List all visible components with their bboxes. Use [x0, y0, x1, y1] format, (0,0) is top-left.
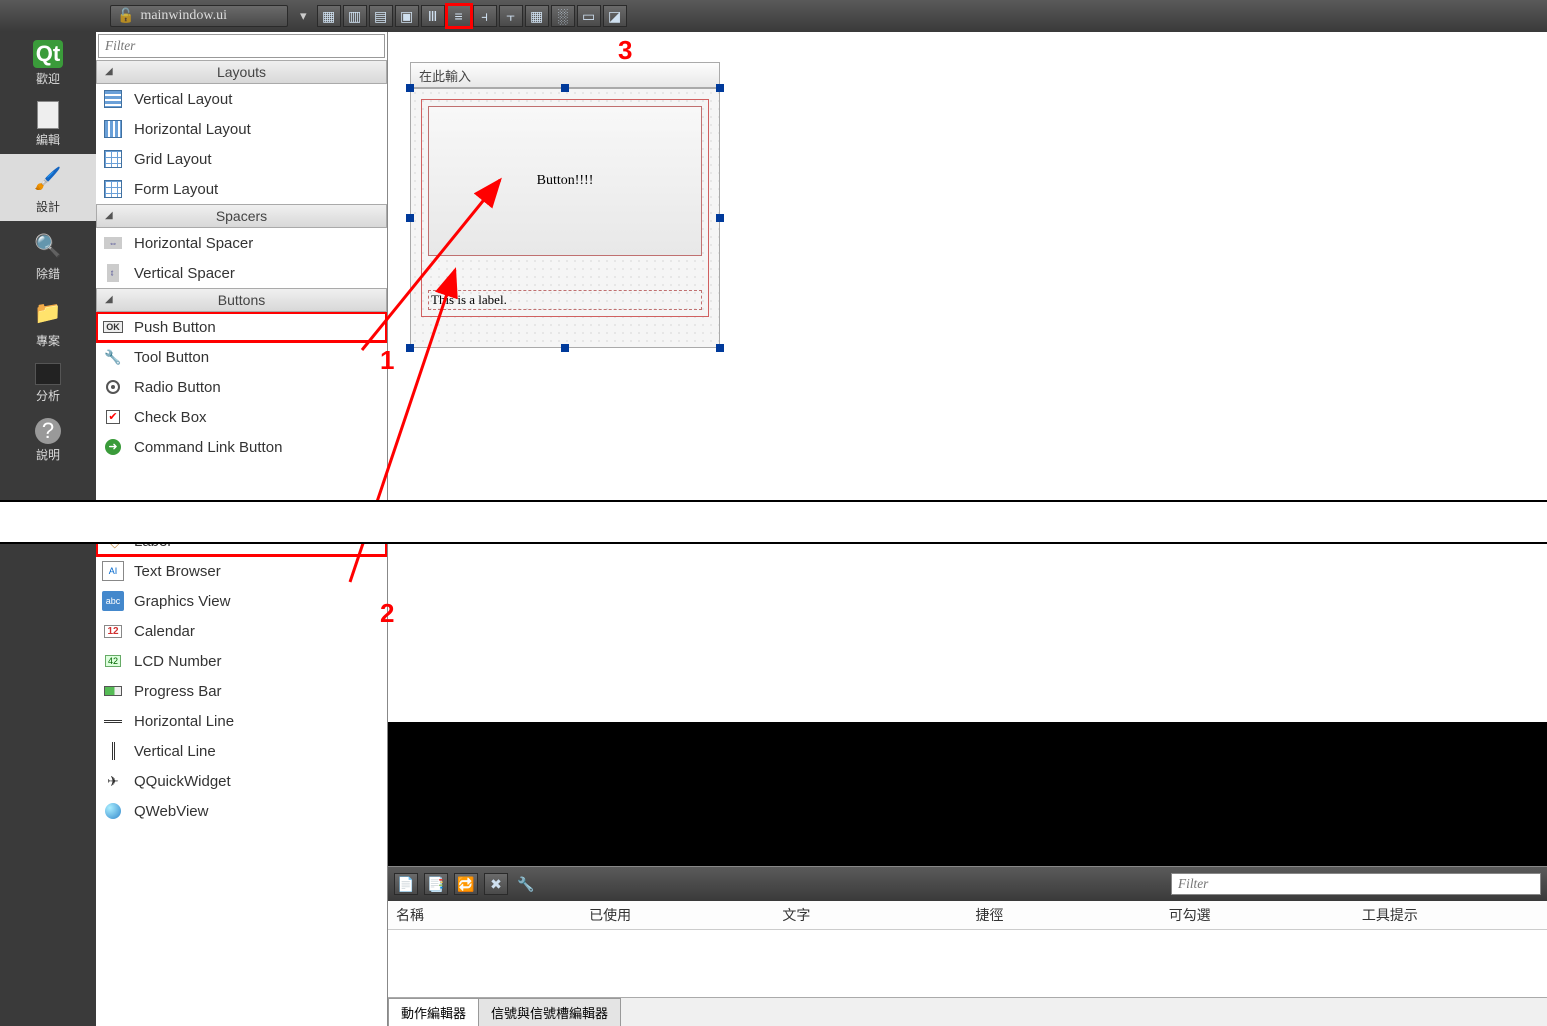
- widget-progress-bar[interactable]: Progress Bar: [96, 676, 387, 706]
- widget-text-browser[interactable]: AIText Browser: [96, 556, 387, 586]
- form-central-widget[interactable]: Button!!!! This is a label.: [410, 88, 720, 348]
- break-layout-icon[interactable]: ▭: [577, 5, 601, 27]
- layout-horizontal-icon[interactable]: Ⅲ: [421, 5, 445, 27]
- widget-form-layout[interactable]: Form Layout: [96, 174, 387, 204]
- tab-signal-slot-editor[interactable]: 信號與信號槽編輯器: [478, 998, 621, 1026]
- edit-buddies-icon[interactable]: ▤: [369, 5, 393, 27]
- paste-action-icon[interactable]: 🔁: [454, 873, 478, 895]
- annotation-3: 3: [618, 35, 632, 66]
- annotation-1: 1: [380, 345, 394, 376]
- tab-action-editor[interactable]: 動作編輯器: [388, 998, 479, 1026]
- edit-widgets-icon[interactable]: ▦: [317, 5, 341, 27]
- edit-tab-order-icon[interactable]: ▣: [395, 5, 419, 27]
- label-instance[interactable]: This is a label.: [428, 290, 702, 310]
- design-canvas[interactable]: 在此輸入 Button!!!! This is a label.: [388, 32, 1547, 722]
- widget-push-button[interactable]: OKPush Button: [96, 312, 387, 342]
- mode-debug[interactable]: 🔍 除錯: [0, 221, 96, 288]
- layout-v-splitter-icon[interactable]: ⫟: [499, 5, 523, 27]
- widget-vertical-layout[interactable]: Vertical Layout: [96, 84, 387, 114]
- push-button-instance[interactable]: Button!!!!: [428, 106, 702, 256]
- adjust-size-icon[interactable]: ◪: [603, 5, 627, 27]
- bug-icon: 🔍: [31, 229, 65, 263]
- col-text[interactable]: 文字: [774, 901, 967, 929]
- top-toolbar: 🔓 mainwindow.ui ▾ ▦ ▥ ▤ ▣ Ⅲ ≡ ⫞ ⫟ ▦ ░ ▭ …: [0, 0, 1547, 32]
- form-preview[interactable]: 在此輸入 Button!!!! This is a label.: [410, 62, 720, 348]
- action-filter-input[interactable]: [1171, 873, 1541, 895]
- category-buttons[interactable]: ◢Buttons: [96, 288, 387, 312]
- widget-qquickwidget[interactable]: ✈QQuickWidget: [96, 766, 387, 796]
- widget-horizontal-line[interactable]: Horizontal Line: [96, 706, 387, 736]
- layout-toolbar: ▦ ▥ ▤ ▣ Ⅲ ≡ ⫞ ⫟ ▦ ░ ▭ ◪: [317, 5, 627, 27]
- brush-icon: 🖌️: [31, 162, 65, 196]
- widget-vertical-spacer[interactable]: ⇔Vertical Spacer: [96, 258, 387, 288]
- mode-welcome[interactable]: Qt 歡迎: [0, 32, 96, 93]
- new-action-icon[interactable]: 📄: [394, 873, 418, 895]
- col-shortcut[interactable]: 捷徑: [968, 901, 1161, 929]
- widget-horizontal-layout[interactable]: Horizontal Layout: [96, 114, 387, 144]
- category-layouts[interactable]: ◢Layouts: [96, 60, 387, 84]
- action-editor-panel: 📄 📑 🔁 ✖ 🔧 名稱 已使用 文字 捷徑 可勾選 工具提示 動作編輯器 信號…: [388, 866, 1547, 1026]
- col-checkable[interactable]: 可勾選: [1161, 901, 1354, 929]
- widget-graphics-view[interactable]: abcGraphics View: [96, 586, 387, 616]
- widget-radio-button[interactable]: Radio Button: [96, 372, 387, 402]
- image-break: [0, 500, 1547, 544]
- action-table-headers: 名稱 已使用 文字 捷徑 可勾選 工具提示: [388, 901, 1547, 930]
- vertical-layout-outline[interactable]: Button!!!! This is a label.: [421, 99, 709, 317]
- col-used[interactable]: 已使用: [581, 901, 774, 929]
- action-editor-toolbar: 📄 📑 🔁 ✖ 🔧: [388, 867, 1547, 901]
- widget-check-box[interactable]: ✔Check Box: [96, 402, 387, 432]
- layout-vertical-icon[interactable]: ≡: [447, 5, 471, 27]
- widget-calendar[interactable]: 12Calendar: [96, 616, 387, 646]
- layout-form-icon[interactable]: ░: [551, 5, 575, 27]
- col-tooltip[interactable]: 工具提示: [1354, 901, 1547, 929]
- copy-action-icon[interactable]: 📑: [424, 873, 448, 895]
- col-name[interactable]: 名稱: [388, 901, 581, 929]
- file-dropdown[interactable]: 🔓 mainwindow.ui: [110, 5, 288, 27]
- bottom-tabs: 動作編輯器 信號與信號槽編輯器: [388, 997, 1547, 1026]
- mode-analyze[interactable]: 分析: [0, 355, 96, 410]
- category-spacers[interactable]: ◢Spacers: [96, 204, 387, 228]
- widget-grid-layout[interactable]: Grid Layout: [96, 144, 387, 174]
- edit-signals-icon[interactable]: ▥: [343, 5, 367, 27]
- document-icon: [37, 101, 59, 129]
- configure-icon[interactable]: 🔧: [514, 873, 538, 895]
- widget-tool-button[interactable]: 🔧Tool Button: [96, 342, 387, 372]
- mode-design[interactable]: 🖌️ 設計: [0, 154, 96, 221]
- widget-qwebview[interactable]: QWebView: [96, 796, 387, 826]
- dropdown-arrow-icon[interactable]: ▾: [300, 8, 307, 24]
- widget-vertical-line[interactable]: Vertical Line: [96, 736, 387, 766]
- layout-grid-icon[interactable]: ▦: [525, 5, 549, 27]
- widget-horizontal-spacer[interactable]: ⇔Horizontal Spacer: [96, 228, 387, 258]
- mode-help[interactable]: ? 說明: [0, 410, 96, 469]
- action-table-body[interactable]: [388, 930, 1547, 997]
- help-icon: ?: [35, 418, 61, 444]
- delete-action-icon[interactable]: ✖: [484, 873, 508, 895]
- widget-lcd-number[interactable]: 42LCD Number: [96, 646, 387, 676]
- lock-icon: 🔓: [117, 8, 134, 25]
- folder-icon: 📁: [31, 296, 65, 330]
- mode-edit[interactable]: 編輯: [0, 93, 96, 154]
- widget-filter-input[interactable]: [98, 34, 385, 58]
- mode-projects[interactable]: 📁 專案: [0, 288, 96, 355]
- layout-h-splitter-icon[interactable]: ⫞: [473, 5, 497, 27]
- filename: mainwindow.ui: [140, 8, 227, 24]
- chart-icon: [35, 363, 61, 385]
- widget-command-link[interactable]: ➜Command Link Button: [96, 432, 387, 462]
- qt-logo-icon: Qt: [33, 40, 63, 68]
- annotation-2: 2: [380, 598, 394, 629]
